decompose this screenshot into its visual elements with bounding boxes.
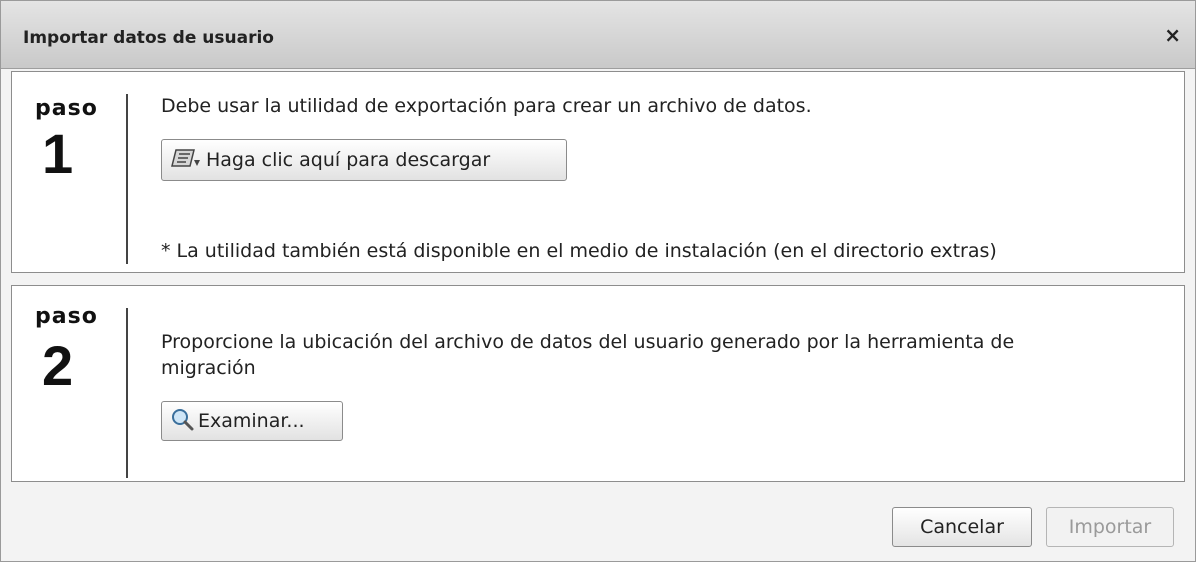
close-icon[interactable]: × [1164, 23, 1181, 47]
browse-button-label: Examinar... [198, 410, 305, 432]
step-1-instruction: Debe usar la utilidad de exportación par… [161, 95, 812, 117]
dialog-titlebar[interactable]: Importar datos de usuario × [1, 1, 1195, 69]
step-1-divider [126, 94, 128, 264]
step-1-panel: paso 1 Debe usar la utilidad de exportac… [11, 71, 1185, 273]
step-1-number: 1 [42, 122, 74, 185]
import-user-data-dialog: Importar datos de usuario × paso 1 Debe … [0, 0, 1196, 562]
step-2-divider [126, 308, 128, 478]
step-1-word: paso [35, 96, 98, 121]
step-2-word: paso [35, 304, 98, 329]
step-2-number: 2 [42, 334, 74, 397]
magnifier-icon [170, 407, 194, 436]
step-2-panel: paso 2 Proporcione la ubicación del arch… [11, 285, 1185, 482]
download-button[interactable]: Haga clic aquí para descargar [161, 139, 567, 181]
browse-button[interactable]: Examinar... [161, 401, 343, 441]
step-1-note: * La utilidad también está disponible en… [161, 240, 997, 262]
step-2-instruction-line-2: migración [161, 357, 256, 379]
dialog-title: Importar datos de usuario [23, 28, 274, 48]
download-tool-icon [170, 146, 202, 175]
download-button-label: Haga clic aquí para descargar [206, 149, 491, 171]
import-button[interactable]: Importar [1046, 507, 1174, 547]
cancel-button[interactable]: Cancelar [892, 507, 1032, 547]
step-2-instruction-line-1: Proporcione la ubicación del archivo de … [161, 331, 1015, 353]
